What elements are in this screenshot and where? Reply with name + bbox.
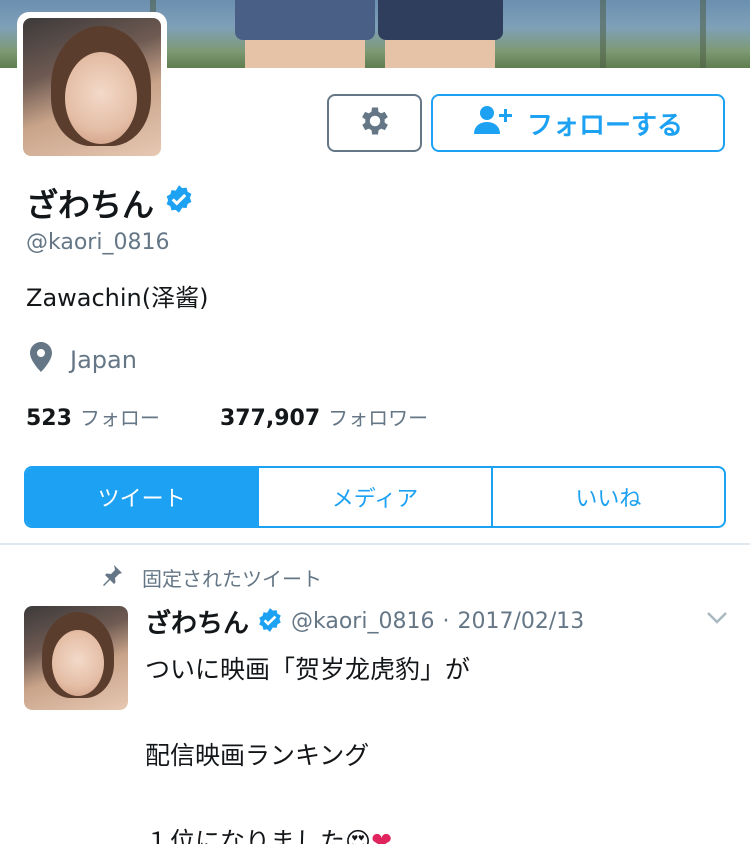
divider bbox=[0, 543, 750, 545]
tweet-separator: · bbox=[442, 609, 450, 634]
followers-stat[interactable]: 377,907 フォロワー bbox=[220, 402, 428, 431]
following-count: 523 bbox=[26, 406, 72, 431]
profile-stats: 523 フォロー 377,907 フォロワー bbox=[26, 402, 428, 431]
settings-button[interactable] bbox=[327, 94, 422, 152]
pin-icon bbox=[100, 563, 124, 592]
display-name: ざわちん bbox=[26, 186, 155, 224]
profile-tabs: ツイート メディア いいね bbox=[24, 466, 726, 528]
tweet-menu-button[interactable] bbox=[705, 610, 729, 630]
tab-likes[interactable]: いいね bbox=[490, 468, 724, 526]
tweet-body: ついに映画「贺岁龙虎豹」が 配信映画ランキング １位になりました😍❤ bbox=[145, 648, 470, 844]
tweet-avatar[interactable] bbox=[24, 606, 128, 710]
pinned-text: 固定されたツイート bbox=[142, 567, 322, 591]
heart-eyes-emoji: 😍 bbox=[345, 827, 372, 844]
tweet-author-name[interactable]: ざわちん bbox=[145, 603, 249, 640]
pinned-tweet-label: 固定されたツイート bbox=[100, 563, 322, 592]
profile-location: Japan bbox=[30, 342, 137, 378]
follow-button[interactable]: フォローする bbox=[431, 94, 725, 152]
followers-label: フォロワー bbox=[328, 406, 429, 430]
tweet-author-handle[interactable]: @kaori_0816 bbox=[291, 609, 434, 634]
profile-handle: @kaori_0816 bbox=[26, 230, 170, 255]
location-text: Japan bbox=[70, 346, 137, 374]
tab-media[interactable]: メディア bbox=[257, 468, 490, 526]
profile-bio: Zawachin(泽酱) bbox=[26, 284, 209, 312]
followers-count: 377,907 bbox=[219, 406, 321, 431]
verified-badge-icon bbox=[257, 607, 283, 637]
follow-button-label: フォローする bbox=[526, 110, 683, 141]
profile-avatar[interactable] bbox=[17, 12, 167, 162]
heart-emoji: ❤ bbox=[371, 827, 393, 844]
gear-icon bbox=[357, 103, 393, 143]
profile-name: ざわちん bbox=[26, 180, 194, 226]
chevron-down-icon bbox=[705, 611, 729, 630]
following-label: フォロー bbox=[79, 406, 160, 430]
add-user-icon bbox=[473, 104, 517, 143]
location-pin-icon bbox=[30, 342, 52, 378]
tweet-date[interactable]: 2017/02/13 bbox=[457, 609, 584, 634]
tweet-header: ざわちん @kaori_0816 · 2017/02/13 bbox=[145, 603, 584, 640]
verified-badge-icon bbox=[164, 184, 194, 222]
tweet-text: ついに映画「贺岁龙虎豹」が 配信映画ランキング １位になりました bbox=[145, 655, 471, 844]
tab-tweets[interactable]: ツイート bbox=[26, 468, 258, 526]
following-stat[interactable]: 523 フォロー bbox=[26, 402, 160, 431]
